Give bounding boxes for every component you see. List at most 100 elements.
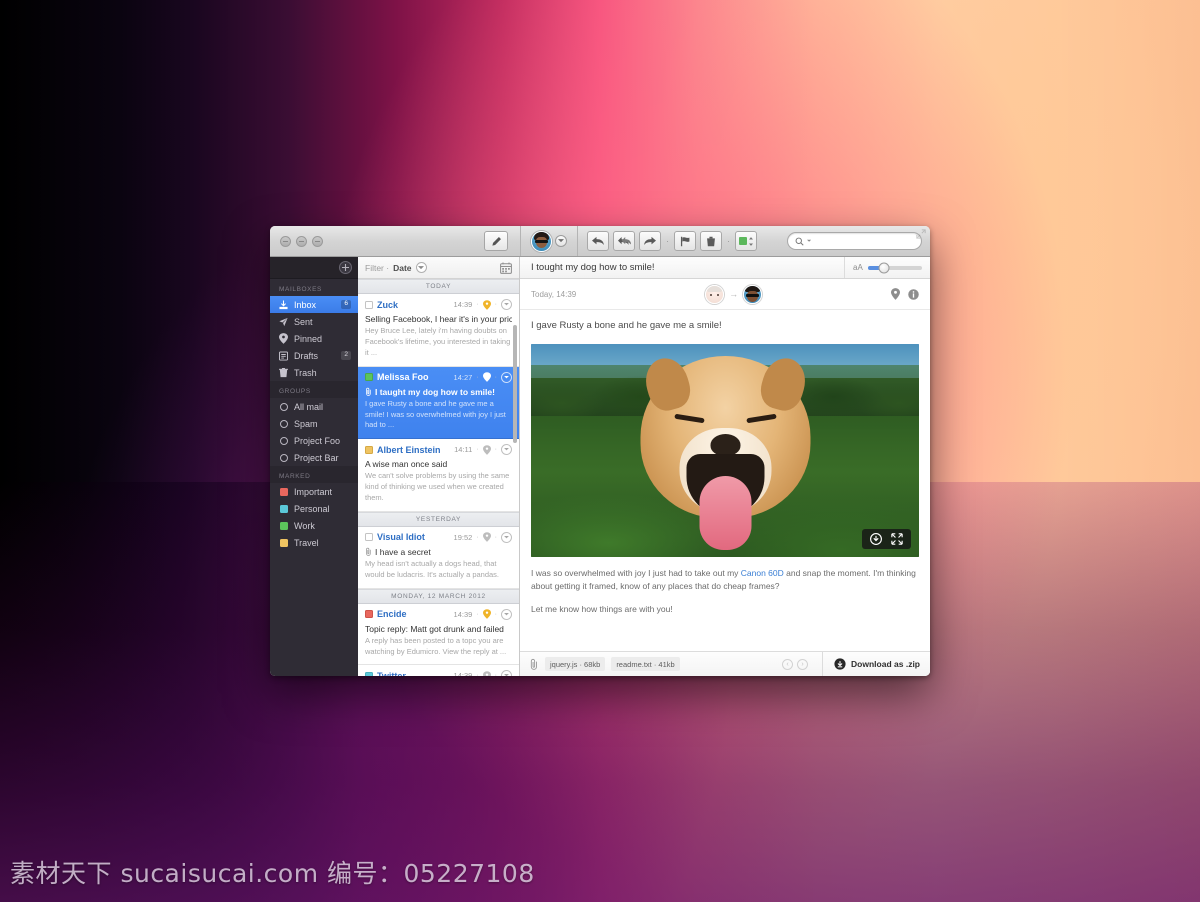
message-snippet: I gave Rusty a bone and he gave me a smi…	[365, 398, 506, 430]
sidebar-item-badge: 6	[341, 300, 351, 309]
message-actions-chevron-icon[interactable]	[501, 670, 512, 676]
message-actions-chevron-icon[interactable]	[501, 531, 512, 543]
reply-all-button[interactable]	[613, 231, 635, 251]
download-zip-button[interactable]: Download as .zip	[822, 652, 930, 676]
font-size-slider[interactable]	[867, 262, 922, 273]
add-mailbox-button[interactable]	[339, 261, 352, 274]
sidebar-item-inbox[interactable]: Inbox 6	[270, 296, 358, 313]
message-row-header: Visual Idiot 19:52 · ·	[365, 531, 512, 543]
pin-icon[interactable]	[891, 288, 900, 300]
calendar-icon[interactable]	[500, 262, 512, 274]
message-list-item[interactable]: Melissa Foo 14:27 · · I taught my dog how to…	[358, 366, 519, 440]
close-button[interactable]	[280, 235, 291, 247]
sidebar-item-drafts[interactable]: Drafts 2	[270, 347, 358, 364]
sidebar-section-title: MAILBOXES	[279, 286, 322, 293]
label-button[interactable]	[735, 231, 757, 251]
recipient-avatar[interactable]	[743, 284, 763, 304]
toolbar-separator: ·	[666, 236, 669, 246]
sidebar-item-spam[interactable]: Spam	[270, 415, 358, 432]
message-actions-chevron-icon[interactable]	[501, 299, 512, 310]
message-flag-swatch[interactable]	[365, 671, 373, 676]
message-flag-swatch[interactable]	[365, 300, 373, 309]
message-header: Today, 14:39 →	[520, 279, 930, 310]
attachment-chip[interactable]: readme.txt · 41kb	[611, 657, 680, 671]
reply-button[interactable]	[587, 231, 609, 251]
download-circle-icon[interactable]	[870, 532, 882, 545]
subject-text: A wise man once said	[365, 459, 448, 470]
message-list-item[interactable]: Zuck 14:39 · · Selling Facebook, I hear it's…	[358, 294, 519, 367]
reply-icon	[592, 236, 604, 246]
sidebar-item-label: All mail	[294, 401, 324, 412]
pin-icon[interactable]	[482, 444, 491, 455]
window-body: MAILBOXES Inbox 6 Sent Pinned Drafts 2 Trash GRO…	[270, 257, 930, 676]
message-time: 14:39	[453, 609, 473, 619]
sidebar-item-work[interactable]: Work	[270, 517, 358, 534]
color-swatch-icon	[279, 486, 288, 497]
attachment-bar: jquery.js · 68kb readme.txt · 41kb ‹ › D…	[520, 651, 930, 676]
sidebar-item-all-mail[interactable]: All mail	[270, 398, 358, 415]
inline-photo[interactable]	[531, 343, 919, 557]
message-actions-chevron-icon[interactable]	[501, 608, 512, 620]
flag-button[interactable]	[674, 231, 696, 251]
sidebar-item-project-foo[interactable]: Project Foo	[270, 432, 358, 449]
chevron-down-icon[interactable]	[415, 262, 427, 273]
list-scrollbar[interactable]	[513, 325, 517, 443]
pin-icon[interactable]	[482, 372, 491, 382]
font-size-control[interactable]: aA	[844, 257, 930, 278]
resize-grip-icon[interactable]	[916, 229, 926, 239]
pin-icon[interactable]	[482, 609, 491, 619]
search-scope-chevron-icon[interactable]	[807, 239, 812, 243]
sidebar-item-project-bar[interactable]: Project Bar	[270, 449, 358, 466]
filter-value[interactable]: Date	[393, 263, 411, 273]
search-input[interactable]	[814, 236, 914, 246]
sidebar-item-pinned[interactable]: Pinned	[270, 330, 358, 347]
arrow-right-icon: →	[729, 289, 739, 299]
forward-button[interactable]	[639, 231, 661, 251]
next-attachment-button[interactable]: ›	[797, 658, 809, 670]
message-flag-swatch[interactable]	[365, 610, 373, 619]
pin-icon[interactable]	[482, 671, 491, 676]
account-switcher[interactable]	[520, 226, 577, 256]
subject-bar: I tought my dog how to smile! aA	[520, 257, 930, 279]
pin-icon[interactable]	[482, 299, 491, 310]
message-flag-swatch[interactable]	[365, 533, 373, 542]
message-list-scroll[interactable]: TODAY Zuck 14:39 · · Selling Facebook, I hear…	[358, 279, 519, 676]
sidebar-item-label: Trash	[294, 367, 317, 378]
compose-button[interactable]	[484, 231, 508, 251]
attachment-chip[interactable]: jquery.js · 68kb	[545, 657, 606, 671]
sidebar-item-sent[interactable]: Sent	[270, 313, 358, 330]
sidebar-item-important[interactable]: Important	[270, 483, 358, 500]
expand-arrows-icon[interactable]	[891, 533, 903, 545]
message-actions-chevron-icon[interactable]	[501, 371, 512, 383]
message-list-item[interactable]: Twitter14:39··Timothy Whalin (@Timothy W…	[358, 665, 519, 676]
sidebar-item-trash[interactable]: Trash	[270, 364, 358, 381]
sender-avatar[interactable]	[705, 284, 725, 304]
message-sender: Encide	[377, 609, 407, 620]
message-time: 14:39	[453, 671, 473, 676]
canon-link[interactable]: Canon 60D	[741, 568, 784, 578]
minimize-button[interactable]	[296, 235, 307, 247]
message-snippet: We can't solve problems by using the sam…	[365, 471, 510, 502]
compose-zone	[358, 231, 520, 251]
pin-icon[interactable]	[482, 532, 491, 543]
search-field[interactable]	[787, 232, 922, 250]
message-flag-swatch[interactable]	[365, 373, 373, 382]
slider-knob[interactable]	[878, 262, 890, 273]
chevron-down-icon[interactable]	[555, 235, 567, 247]
row-separator: ·	[476, 533, 479, 541]
color-label-icon	[739, 236, 753, 246]
sidebar-item-travel[interactable]: Travel	[270, 534, 358, 551]
message-row-header: Twitter 14:39 · ·	[365, 670, 512, 676]
sidebar-item-personal[interactable]: Personal	[270, 500, 358, 517]
row-separator-2: ·	[494, 446, 497, 454]
message-subject-preview: A wise man once said	[365, 459, 512, 469]
prev-attachment-button[interactable]: ‹	[782, 658, 794, 670]
message-flag-swatch[interactable]	[365, 445, 373, 454]
info-icon[interactable]	[908, 288, 919, 300]
message-actions-chevron-icon[interactable]	[501, 444, 512, 456]
zoom-button[interactable]	[312, 235, 323, 247]
message-list-item[interactable]: Visual Idiot 19:52 · · I have a secret My hea…	[358, 526, 519, 589]
message-list-item[interactable]: Albert Einstein 14:11 · · A wise man once sa…	[358, 439, 519, 512]
delete-button[interactable]	[700, 231, 722, 251]
message-list-item[interactable]: Encide 14:39 · · Topic reply: Matt got drunk…	[358, 603, 519, 666]
